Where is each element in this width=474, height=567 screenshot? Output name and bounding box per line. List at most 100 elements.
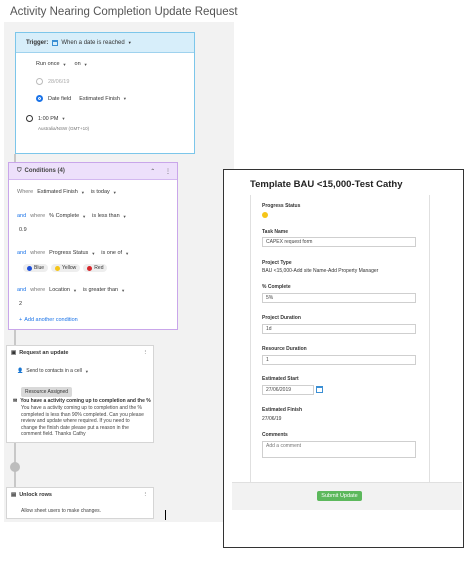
condition-2-value[interactable]: 0.9 <box>19 227 27 233</box>
and-label: and <box>17 250 27 256</box>
chevron-down-icon: ▼ <box>125 250 130 256</box>
chevron-down-icon: ▼ <box>122 213 127 219</box>
request-title: Request an update <box>19 350 69 356</box>
progress-status-label: Progress Status <box>262 203 301 209</box>
resource-duration-label: Resource Duration <box>262 346 307 352</box>
where-label: Where <box>17 189 34 195</box>
condition-3-field[interactable]: Progress Status <box>49 250 88 256</box>
condition-2-operator[interactable]: is less than <box>92 213 120 219</box>
trigger-block: Trigger: When a date is reached ▼ Run on… <box>15 32 195 154</box>
unlock-icon: ▤ <box>11 492 17 498</box>
chevron-down-icon: ▼ <box>122 96 127 101</box>
condition-4-value[interactable]: 2 <box>19 301 22 307</box>
chevron-down-icon: ▼ <box>83 61 88 67</box>
conditions-block: ⛉ Conditions (4) ⌃ ⋮ Where Estimated Fin… <box>8 162 178 330</box>
kebab-menu-icon[interactable]: ⋮ <box>143 350 149 356</box>
where-label: where <box>30 250 46 256</box>
request-icon: ▣ <box>11 350 17 356</box>
estimated-start-input[interactable] <box>262 385 314 395</box>
date-field-label: Date field <box>48 95 72 102</box>
chevron-down-icon: ▼ <box>82 213 87 219</box>
status-yellow-icon[interactable] <box>262 212 268 218</box>
pill-label: Blue <box>34 265 45 271</box>
task-name-label: Task Name <box>262 229 289 235</box>
specific-date-radio[interactable] <box>36 78 43 85</box>
pill-blue[interactable]: Blue <box>23 264 49 272</box>
time-select[interactable]: 1:00 PM <box>38 116 58 122</box>
contact-cell-badge[interactable]: Resource Assigned <box>21 387 73 397</box>
condition-3-operator[interactable]: is one of <box>101 250 122 256</box>
pct-complete-input[interactable] <box>262 293 416 303</box>
timezone: Australia/NSW (GMT+10) <box>38 126 90 131</box>
estimated-start-label: Estimated Start <box>262 376 299 382</box>
message-body[interactable]: You have a activity coming up to complet… <box>21 405 146 438</box>
conditions-header[interactable]: ⛉ Conditions (4) ⌃ ⋮ <box>9 163 177 180</box>
where-label: where <box>30 287 46 293</box>
form-title: Template BAU <15,000-Test Cathy <box>250 179 403 190</box>
frequency-select[interactable]: Run once <box>36 61 60 67</box>
filter-icon: ⛉ <box>17 167 22 174</box>
request-update-block: ▣ Request an update ⋮ 👤 Send to contacts… <box>6 345 154 443</box>
trigger-header[interactable]: Trigger: When a date is reached ▼ <box>16 33 194 53</box>
pill-yellow[interactable]: Yellow <box>51 264 81 272</box>
pct-complete-label: % Complete <box>262 284 291 290</box>
resource-duration-input[interactable] <box>262 355 416 365</box>
project-type-label: Project Type <box>262 260 292 266</box>
message-subject[interactable]: You have a activity coming up to complet… <box>20 398 150 404</box>
conditions-title: Conditions (4) <box>24 168 65 174</box>
chevron-down-icon: ▼ <box>112 189 117 195</box>
blue-dot-icon <box>27 265 32 271</box>
condition-2-field[interactable]: % Complete <box>49 213 79 219</box>
send-to-select[interactable]: Send to contacts in a cell <box>26 368 82 374</box>
unlock-title: Unlock rows <box>19 492 52 498</box>
comments-input[interactable] <box>262 441 416 458</box>
calendar-icon[interactable] <box>316 386 323 393</box>
pill-red[interactable]: Red <box>83 264 108 272</box>
and-label: and <box>17 213 27 219</box>
project-duration-label: Project Duration <box>262 315 301 321</box>
estimated-finish-label: Estimated Finish <box>262 407 303 413</box>
chevron-down-icon: ▼ <box>121 287 126 293</box>
unlock-header[interactable]: ▤ Unlock rows ⋮ <box>7 488 153 502</box>
chevron-down-icon: ▼ <box>61 116 66 121</box>
date-field-radio[interactable] <box>36 95 43 102</box>
chevron-down-icon: ▼ <box>62 61 67 67</box>
condition-4-operator[interactable]: is greater than <box>83 287 118 293</box>
add-step-dot[interactable] <box>10 462 20 472</box>
red-dot-icon <box>87 265 93 271</box>
chevron-down-icon: ▼ <box>91 250 96 256</box>
date-field-select[interactable]: Estimated Finish <box>79 96 120 102</box>
condition-4-field[interactable]: Location <box>49 287 70 293</box>
pill-label: Yellow <box>62 265 77 271</box>
condition-1-field[interactable]: Estimated Finish <box>37 189 78 195</box>
estimated-finish-value: 27/06/19 <box>262 416 282 422</box>
specific-date-value: 28/06/19 <box>48 78 70 85</box>
condition-1-operator[interactable]: is today <box>91 189 110 195</box>
where-label: where <box>30 213 46 219</box>
plus-icon: + <box>19 317 23 323</box>
on-select[interactable]: on <box>75 61 81 67</box>
project-type-value: BAU <15,000-Add site Name-Add Property M… <box>262 268 379 274</box>
comments-label: Comments <box>262 432 288 438</box>
project-duration-input[interactable] <box>262 324 416 334</box>
kebab-menu-icon[interactable]: ⋮ <box>143 492 149 498</box>
trigger-label: Trigger: <box>26 39 49 46</box>
text-cursor <box>165 510 166 520</box>
clock-icon <box>26 115 33 122</box>
chevron-down-icon: ▼ <box>127 40 132 45</box>
submit-update-button[interactable]: Submit Update <box>317 491 362 501</box>
add-condition-link[interactable]: Add another condition <box>24 317 78 323</box>
chevron-up-icon[interactable]: ⌃ <box>150 169 155 175</box>
task-name-input[interactable] <box>262 237 416 247</box>
yellow-dot-icon <box>55 265 61 271</box>
request-header[interactable]: ▣ Request an update ⋮ <box>7 346 153 360</box>
trigger-event: When a date is reached <box>61 39 125 46</box>
kebab-menu-icon[interactable]: ⋮ <box>165 169 171 175</box>
unlock-desc: Allow sheet users to make changes. <box>21 508 102 514</box>
pill-label: Red <box>94 265 104 271</box>
chevron-down-icon: ▼ <box>84 368 89 374</box>
page-title: Activity Nearing Completion Update Reque… <box>10 6 238 18</box>
mail-icon: ✉ <box>13 398 18 404</box>
chevron-down-icon: ▼ <box>72 287 77 293</box>
and-label: and <box>17 287 27 293</box>
